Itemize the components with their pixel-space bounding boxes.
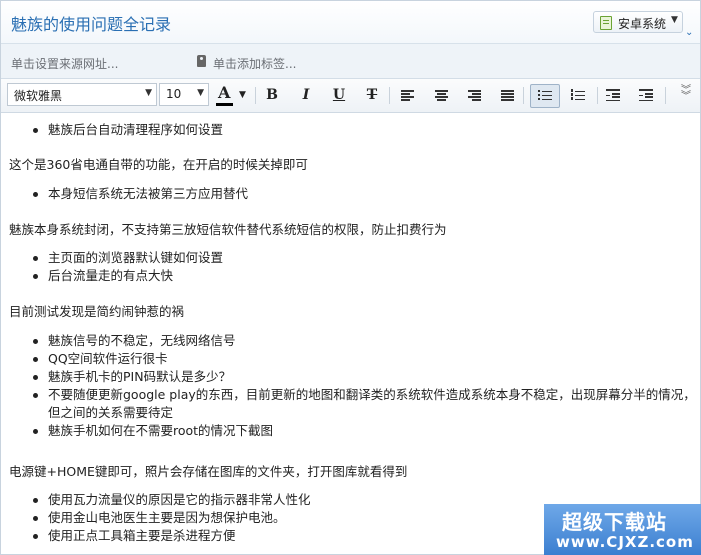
font-size-select[interactable]: 10 ▼ <box>159 83 209 106</box>
notebook-icon <box>600 16 612 30</box>
text-color-icon: A <box>218 83 231 102</box>
strikethrough-button[interactable]: T <box>361 84 383 106</box>
text-color-swatch <box>216 103 233 106</box>
toolbar-divider <box>665 87 666 104</box>
list-item: 后台流量走的有点大快 <box>31 267 696 285</box>
align-right-button[interactable] <box>468 90 481 101</box>
italic-button[interactable]: I <box>295 84 317 106</box>
note-title[interactable]: 魅族的使用问题全记录 <box>11 11 171 35</box>
notebook-label: 安卓系统 <box>618 17 667 31</box>
list-item: 魅族后台自动清理程序如何设置 <box>31 121 696 139</box>
list-item: 本身短信系统无法被第三方应用替代 <box>31 185 696 203</box>
align-left-button[interactable] <box>401 90 414 101</box>
note-body[interactable]: 魅族后台自动清理程序如何设置 这个是360省电通自带的功能，在开启的时候关掉即可… <box>1 113 700 554</box>
chevron-down-icon: ▼ <box>197 88 204 98</box>
font-family-select[interactable]: 微软雅黑 ▼ <box>7 83 157 106</box>
bold-button[interactable]: B <box>261 84 283 106</box>
font-family-value: 微软雅黑 <box>14 89 63 103</box>
tag-icon <box>197 55 206 67</box>
watermark-url: www.CJXZ.com <box>556 533 694 551</box>
chevron-down-icon: ▼ <box>145 88 152 98</box>
source-url-field[interactable]: 单击设置来源网址... <box>11 55 118 72</box>
chevron-down-icon: ▼ <box>671 15 678 25</box>
outdent-button[interactable] <box>606 89 620 101</box>
bullet-list: 魅族后台自动清理程序如何设置 <box>31 121 696 139</box>
bullet-list: 魅族信号的不稳定，无线网络信号 QQ空间软件运行很卡 魅族手机卡的PIN码默认是多少… <box>31 332 696 440</box>
toolbar-divider <box>389 87 390 104</box>
font-size-value: 10 <box>166 87 182 101</box>
site-watermark: 超级下载站 www.CJXZ.com <box>544 504 701 555</box>
align-justify-button[interactable] <box>501 90 514 101</box>
bullet-list-icon <box>538 89 552 101</box>
tag-field[interactable]: 单击添加标签... <box>213 55 296 72</box>
list-item: 魅族信号的不稳定，无线网络信号 <box>31 332 696 350</box>
align-center-button[interactable] <box>435 90 448 101</box>
numbered-list-button[interactable] <box>571 89 585 101</box>
watermark-title: 超级下载站 <box>562 510 667 534</box>
list-item: 魅族手机如何在不需要root的情况下截图 <box>31 422 696 440</box>
list-item: 魅族手机卡的PIN码默认是多少？ <box>31 368 696 386</box>
list-item: 主页面的浏览器默认键如何设置 <box>31 249 696 267</box>
paragraph: 这个是360省电通自带的功能，在开启的时候关掉即可 <box>9 157 308 172</box>
notebook-selector[interactable]: 安卓系统 ▼ <box>593 11 683 33</box>
list-item: 不要随便更新google play的东西，目前更新的地图和翻译类的系统软件造成系… <box>31 386 696 422</box>
underline-button[interactable]: U <box>328 84 350 106</box>
paragraph: 魅族本身系统封闭，不支持第三放短信软件替代系统短信的权限，防止扣费行为 <box>9 222 447 237</box>
bullet-list: 本身短信系统无法被第三方应用替代 <box>31 185 696 203</box>
paragraph: 目前测试发现是简约闹钟惹的祸 <box>9 304 185 319</box>
format-toolbar: 微软雅黑 ▼ 10 ▼ A ▼ B I U T ︾ ︾ <box>1 79 700 113</box>
meta-bar: 单击设置来源网址... 单击添加标签... <box>1 44 700 79</box>
indent-button[interactable] <box>639 89 653 101</box>
title-bar: 魅族的使用问题全记录 安卓系统 ▼ ⌄ <box>1 1 700 44</box>
expand-chevron-icon[interactable]: ⌄ <box>685 27 693 38</box>
text-color-dropdown[interactable]: ▼ <box>239 90 246 100</box>
toolbar-divider <box>597 87 598 104</box>
toolbar-divider <box>255 87 256 104</box>
paragraph: 电源键+HOME键即可，照片会存储在图库的文件夹，打开图库就看得到 <box>9 464 408 479</box>
list-item: QQ空间软件运行很卡 <box>31 350 696 368</box>
more-tools-icon[interactable]: ︾ ︾ <box>681 86 691 102</box>
text-color-button[interactable]: A <box>215 83 237 108</box>
bullet-list: 主页面的浏览器默认键如何设置 后台流量走的有点大快 <box>31 249 696 285</box>
toolbar-divider <box>523 87 524 104</box>
